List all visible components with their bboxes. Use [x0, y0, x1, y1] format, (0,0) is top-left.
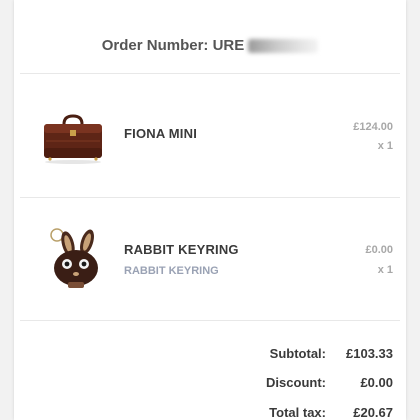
- brown-handbag-icon: [38, 104, 108, 174]
- order-number-redacted: [248, 39, 319, 54]
- discount-value: £0.00: [360, 375, 393, 390]
- item-quantity: x 1: [377, 140, 393, 152]
- tax-label: Total tax:: [269, 405, 326, 420]
- rabbit-keyring-icon: [38, 224, 108, 294]
- subtotal-row: Subtotal: £103.33: [14, 346, 406, 366]
- item-name: FIONA MINI: [124, 126, 198, 141]
- subtotal-value: £103.33: [346, 346, 393, 361]
- order-summary-card: Order Number: URE FIONA MINI £124.00 x 1…: [14, 0, 406, 420]
- order-number-heading: Order Number: URE: [14, 26, 406, 66]
- subtotal-label: Subtotal:: [269, 346, 326, 361]
- discount-row: Discount: £0.00: [14, 375, 406, 395]
- order-item[interactable]: RABBIT KEYRING RABBIT KEYRING £0.00 x 1: [14, 198, 406, 320]
- item-name: RABBIT KEYRING: [124, 242, 239, 257]
- divider: [20, 320, 400, 321]
- tax-value: £20.67: [353, 405, 393, 420]
- order-number-label: Order Number: URE: [101, 37, 245, 54]
- item-price: £124.00: [353, 121, 393, 133]
- discount-label: Discount:: [266, 375, 326, 390]
- item-variant: RABBIT KEYRING: [124, 265, 219, 277]
- item-price: £0.00: [365, 244, 393, 256]
- tax-row: Total tax: £20.67: [14, 405, 406, 420]
- item-quantity: x 1: [377, 264, 393, 276]
- order-item[interactable]: FIONA MINI £124.00 x 1: [14, 74, 406, 196]
